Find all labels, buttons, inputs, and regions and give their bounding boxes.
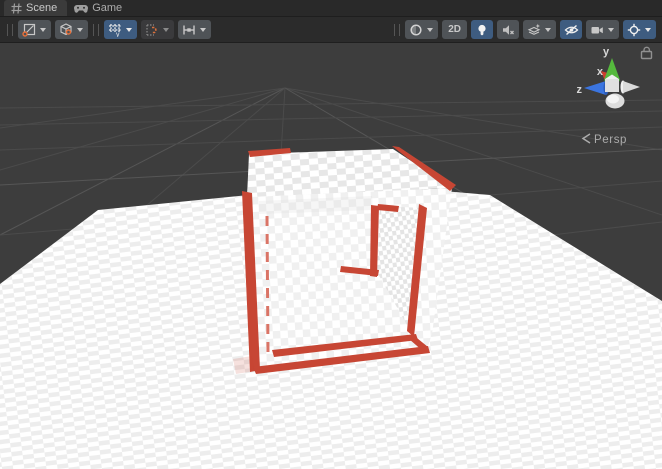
grid-snap-size-button[interactable] [178,20,211,39]
scene-visibility-button[interactable] [560,20,582,39]
snap-magnet-icon [144,22,160,38]
draw-mode-button[interactable] [405,20,438,39]
tab-label: Scene [26,2,57,14]
grid-size-icon [181,22,197,38]
tool-settings-icon [21,22,37,38]
projection-label: Persp [594,134,627,146]
grid-visibility-button[interactable]: y [104,20,137,39]
chevron-down-icon [608,28,614,35]
snap-button[interactable] [141,20,174,39]
gizmo-crosshair-icon [626,22,642,38]
drag-handle[interactable] [93,24,99,36]
grid-visibility-icon: y [107,22,123,38]
2d-toggle-button[interactable]: 2D [442,20,467,39]
chevron-down-icon [545,28,551,35]
scene-viewport[interactable]: y z x Persp [0,43,662,469]
tab-label: Game [92,2,122,14]
z-axis-label: z [577,84,583,96]
effects-button[interactable] [523,20,556,39]
audio-muted-icon [500,22,516,38]
chevron-down-icon [427,28,433,35]
chevron-down-icon [77,28,83,35]
tool-settings-button[interactable] [18,20,51,39]
x-axis-label: x [597,66,604,78]
grid-icon [11,3,22,14]
pivot-orientation-button[interactable] [55,20,88,39]
chevron-down-icon [645,28,651,35]
drag-handle[interactable] [7,24,13,36]
svg-text:y: y [116,31,120,37]
scene-toolbar: y [0,17,662,43]
2d-toggle-label: 2D [445,24,464,35]
shaded-circle-icon [408,22,424,38]
chevron-down-icon [126,28,132,35]
light-bulb-icon [474,22,490,38]
tab-scene[interactable]: Scene [4,0,67,16]
gizmos-button[interactable] [623,20,656,39]
tab-game[interactable]: Game [67,0,132,16]
effects-layers-icon [526,22,542,38]
y-axis-label: y [603,46,610,58]
scene-lighting-button[interactable] [471,20,493,39]
tab-bar: Scene Game [0,0,662,17]
unity-scene-view-window: Scene Game [0,0,662,469]
camera-icon [589,22,605,38]
audio-mute-button[interactable] [497,20,519,39]
camera-settings-button[interactable] [586,20,619,39]
hidden-eye-icon [563,22,579,38]
chevron-down-icon [40,28,46,35]
cube-object[interactable] [233,146,456,374]
chevron-down-icon [163,28,169,35]
pivot-cube-icon [58,22,74,38]
chevron-down-icon [200,28,206,35]
gamepad-icon [74,4,88,13]
drag-handle[interactable] [394,24,400,36]
